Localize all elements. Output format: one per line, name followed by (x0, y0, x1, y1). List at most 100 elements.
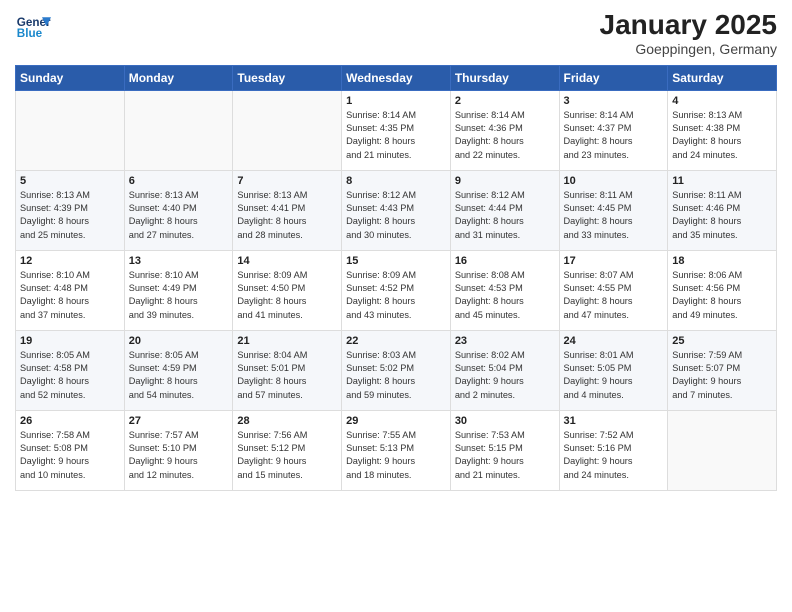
day-info: Sunrise: 8:02 AM Sunset: 5:04 PM Dayligh… (455, 349, 555, 402)
calendar-cell: 16Sunrise: 8:08 AM Sunset: 4:53 PM Dayli… (450, 250, 559, 330)
calendar-cell: 10Sunrise: 8:11 AM Sunset: 4:45 PM Dayli… (559, 170, 668, 250)
day-number: 16 (455, 255, 555, 267)
calendar-cell: 3 Sunrise: 8:14 AM Sunset: 4:37 PM Daylig… (559, 90, 668, 170)
weekday-header: Saturday (668, 65, 777, 90)
day-number: 26 (20, 415, 120, 427)
calendar-week-row: 1 Sunrise: 8:14 AM Sunset: 4:35 PM Daylig… (16, 90, 777, 170)
calendar: SundayMondayTuesdayWednesdayThursdayFrid… (15, 65, 777, 491)
calendar-cell (233, 90, 342, 170)
day-number: 29 (346, 415, 446, 427)
calendar-cell: 17 Sunrise: 8:07 AM Sunset: 4:55 PM Dayli… (559, 250, 668, 330)
calendar-cell: 18Sunrise: 8:06 AM Sunset: 4:56 PM Dayli… (668, 250, 777, 330)
day-number: 9 (455, 175, 555, 187)
day-number: 1 (346, 95, 446, 107)
day-info: Sunrise: 8:11 AM Sunset: 4:46 PM Dayligh… (672, 189, 772, 242)
day-info: Sunrise: 8:06 AM Sunset: 4:56 PM Dayligh… (672, 269, 772, 322)
day-info: Sunrise: 7:53 AM Sunset: 5:15 PM Dayligh… (455, 429, 555, 482)
day-info: Sunrise: 7:56 AM Sunset: 5:12 PM Dayligh… (237, 429, 337, 482)
day-info: Sunrise: 7:57 AM Sunset: 5:10 PM Dayligh… (129, 429, 229, 482)
calendar-cell: 28Sunrise: 7:56 AM Sunset: 5:12 PM Dayli… (233, 410, 342, 490)
logo-icon: General Blue (15, 10, 51, 46)
calendar-cell (16, 90, 125, 170)
logo: General Blue (15, 10, 51, 46)
day-number: 4 (672, 95, 772, 107)
day-number: 20 (129, 335, 229, 347)
calendar-cell: 20 Sunrise: 8:05 AM Sunset: 4:59 PM Dayli… (124, 330, 233, 410)
calendar-cell: 12 Sunrise: 8:10 AM Sunset: 4:48 PM Dayli… (16, 250, 125, 330)
calendar-cell: 22 Sunrise: 8:03 AM Sunset: 5:02 PM Dayli… (342, 330, 451, 410)
day-number: 24 (564, 335, 664, 347)
calendar-cell: 14 Sunrise: 8:09 AM Sunset: 4:50 PM Dayli… (233, 250, 342, 330)
day-number: 22 (346, 335, 446, 347)
day-number: 25 (672, 335, 772, 347)
calendar-cell: 4 Sunrise: 8:13 AM Sunset: 4:38 PM Daylig… (668, 90, 777, 170)
calendar-cell: 30 Sunrise: 7:53 AM Sunset: 5:15 PM Dayli… (450, 410, 559, 490)
weekday-header: Friday (559, 65, 668, 90)
weekday-header: Tuesday (233, 65, 342, 90)
weekday-header-row: SundayMondayTuesdayWednesdayThursdayFrid… (16, 65, 777, 90)
calendar-week-row: 26 Sunrise: 7:58 AM Sunset: 5:08 PM Dayli… (16, 410, 777, 490)
day-number: 30 (455, 415, 555, 427)
weekday-header: Thursday (450, 65, 559, 90)
day-number: 7 (237, 175, 337, 187)
day-number: 2 (455, 95, 555, 107)
day-info: Sunrise: 8:12 AM Sunset: 4:44 PM Dayligh… (455, 189, 555, 242)
day-info: Sunrise: 8:14 AM Sunset: 4:37 PM Dayligh… (564, 109, 664, 162)
calendar-cell: 6 Sunrise: 8:13 AM Sunset: 4:40 PM Daylig… (124, 170, 233, 250)
page: General Blue January 2025 Goeppingen, Ge… (0, 0, 792, 612)
day-info: Sunrise: 8:03 AM Sunset: 5:02 PM Dayligh… (346, 349, 446, 402)
day-info: Sunrise: 8:05 AM Sunset: 4:59 PM Dayligh… (129, 349, 229, 402)
day-info: Sunrise: 8:11 AM Sunset: 4:45 PM Dayligh… (564, 189, 664, 242)
day-info: Sunrise: 8:13 AM Sunset: 4:39 PM Dayligh… (20, 189, 120, 242)
day-info: Sunrise: 7:59 AM Sunset: 5:07 PM Dayligh… (672, 349, 772, 402)
day-number: 31 (564, 415, 664, 427)
calendar-cell: 21Sunrise: 8:04 AM Sunset: 5:01 PM Dayli… (233, 330, 342, 410)
calendar-cell: 9 Sunrise: 8:12 AM Sunset: 4:44 PM Daylig… (450, 170, 559, 250)
day-info: Sunrise: 8:12 AM Sunset: 4:43 PM Dayligh… (346, 189, 446, 242)
day-info: Sunrise: 7:58 AM Sunset: 5:08 PM Dayligh… (20, 429, 120, 482)
calendar-cell: 15 Sunrise: 8:09 AM Sunset: 4:52 PM Dayli… (342, 250, 451, 330)
calendar-cell (124, 90, 233, 170)
calendar-cell: 26 Sunrise: 7:58 AM Sunset: 5:08 PM Dayli… (16, 410, 125, 490)
calendar-week-row: 19Sunrise: 8:05 AM Sunset: 4:58 PM Dayli… (16, 330, 777, 410)
day-info: Sunrise: 8:13 AM Sunset: 4:38 PM Dayligh… (672, 109, 772, 162)
calendar-cell: 23Sunrise: 8:02 AM Sunset: 5:04 PM Dayli… (450, 330, 559, 410)
calendar-week-row: 5Sunrise: 8:13 AM Sunset: 4:39 PM Daylig… (16, 170, 777, 250)
calendar-cell: 5Sunrise: 8:13 AM Sunset: 4:39 PM Daylig… (16, 170, 125, 250)
calendar-week-row: 12 Sunrise: 8:10 AM Sunset: 4:48 PM Dayli… (16, 250, 777, 330)
day-number: 17 (564, 255, 664, 267)
calendar-cell: 25 Sunrise: 7:59 AM Sunset: 5:07 PM Dayli… (668, 330, 777, 410)
day-info: Sunrise: 8:09 AM Sunset: 4:50 PM Dayligh… (237, 269, 337, 322)
calendar-cell: 2 Sunrise: 8:14 AM Sunset: 4:36 PM Daylig… (450, 90, 559, 170)
header: General Blue January 2025 Goeppingen, Ge… (15, 10, 777, 57)
day-info: Sunrise: 8:10 AM Sunset: 4:48 PM Dayligh… (20, 269, 120, 322)
day-number: 15 (346, 255, 446, 267)
day-info: Sunrise: 8:07 AM Sunset: 4:55 PM Dayligh… (564, 269, 664, 322)
day-info: Sunrise: 8:14 AM Sunset: 4:36 PM Dayligh… (455, 109, 555, 162)
calendar-cell: 27 Sunrise: 7:57 AM Sunset: 5:10 PM Dayli… (124, 410, 233, 490)
day-info: Sunrise: 7:52 AM Sunset: 5:16 PM Dayligh… (564, 429, 664, 482)
day-number: 14 (237, 255, 337, 267)
day-info: Sunrise: 8:05 AM Sunset: 4:58 PM Dayligh… (20, 349, 120, 402)
day-number: 8 (346, 175, 446, 187)
day-info: Sunrise: 8:13 AM Sunset: 4:41 PM Dayligh… (237, 189, 337, 242)
day-info: Sunrise: 8:09 AM Sunset: 4:52 PM Dayligh… (346, 269, 446, 322)
calendar-cell: 13Sunrise: 8:10 AM Sunset: 4:49 PM Dayli… (124, 250, 233, 330)
calendar-cell: 24 Sunrise: 8:01 AM Sunset: 5:05 PM Dayli… (559, 330, 668, 410)
calendar-cell: 11Sunrise: 8:11 AM Sunset: 4:46 PM Dayli… (668, 170, 777, 250)
day-info: Sunrise: 8:13 AM Sunset: 4:40 PM Dayligh… (129, 189, 229, 242)
weekday-header: Wednesday (342, 65, 451, 90)
calendar-cell: 29Sunrise: 7:55 AM Sunset: 5:13 PM Dayli… (342, 410, 451, 490)
day-number: 12 (20, 255, 120, 267)
page-subtitle: Goeppingen, Germany (600, 41, 777, 57)
day-info: Sunrise: 8:01 AM Sunset: 5:05 PM Dayligh… (564, 349, 664, 402)
weekday-header: Sunday (16, 65, 125, 90)
day-info: Sunrise: 8:14 AM Sunset: 4:35 PM Dayligh… (346, 109, 446, 162)
day-number: 27 (129, 415, 229, 427)
day-number: 3 (564, 95, 664, 107)
day-info: Sunrise: 8:04 AM Sunset: 5:01 PM Dayligh… (237, 349, 337, 402)
day-info: Sunrise: 8:10 AM Sunset: 4:49 PM Dayligh… (129, 269, 229, 322)
day-number: 6 (129, 175, 229, 187)
calendar-cell: 31 Sunrise: 7:52 AM Sunset: 5:16 PM Dayli… (559, 410, 668, 490)
title-block: January 2025 Goeppingen, Germany (600, 10, 777, 57)
